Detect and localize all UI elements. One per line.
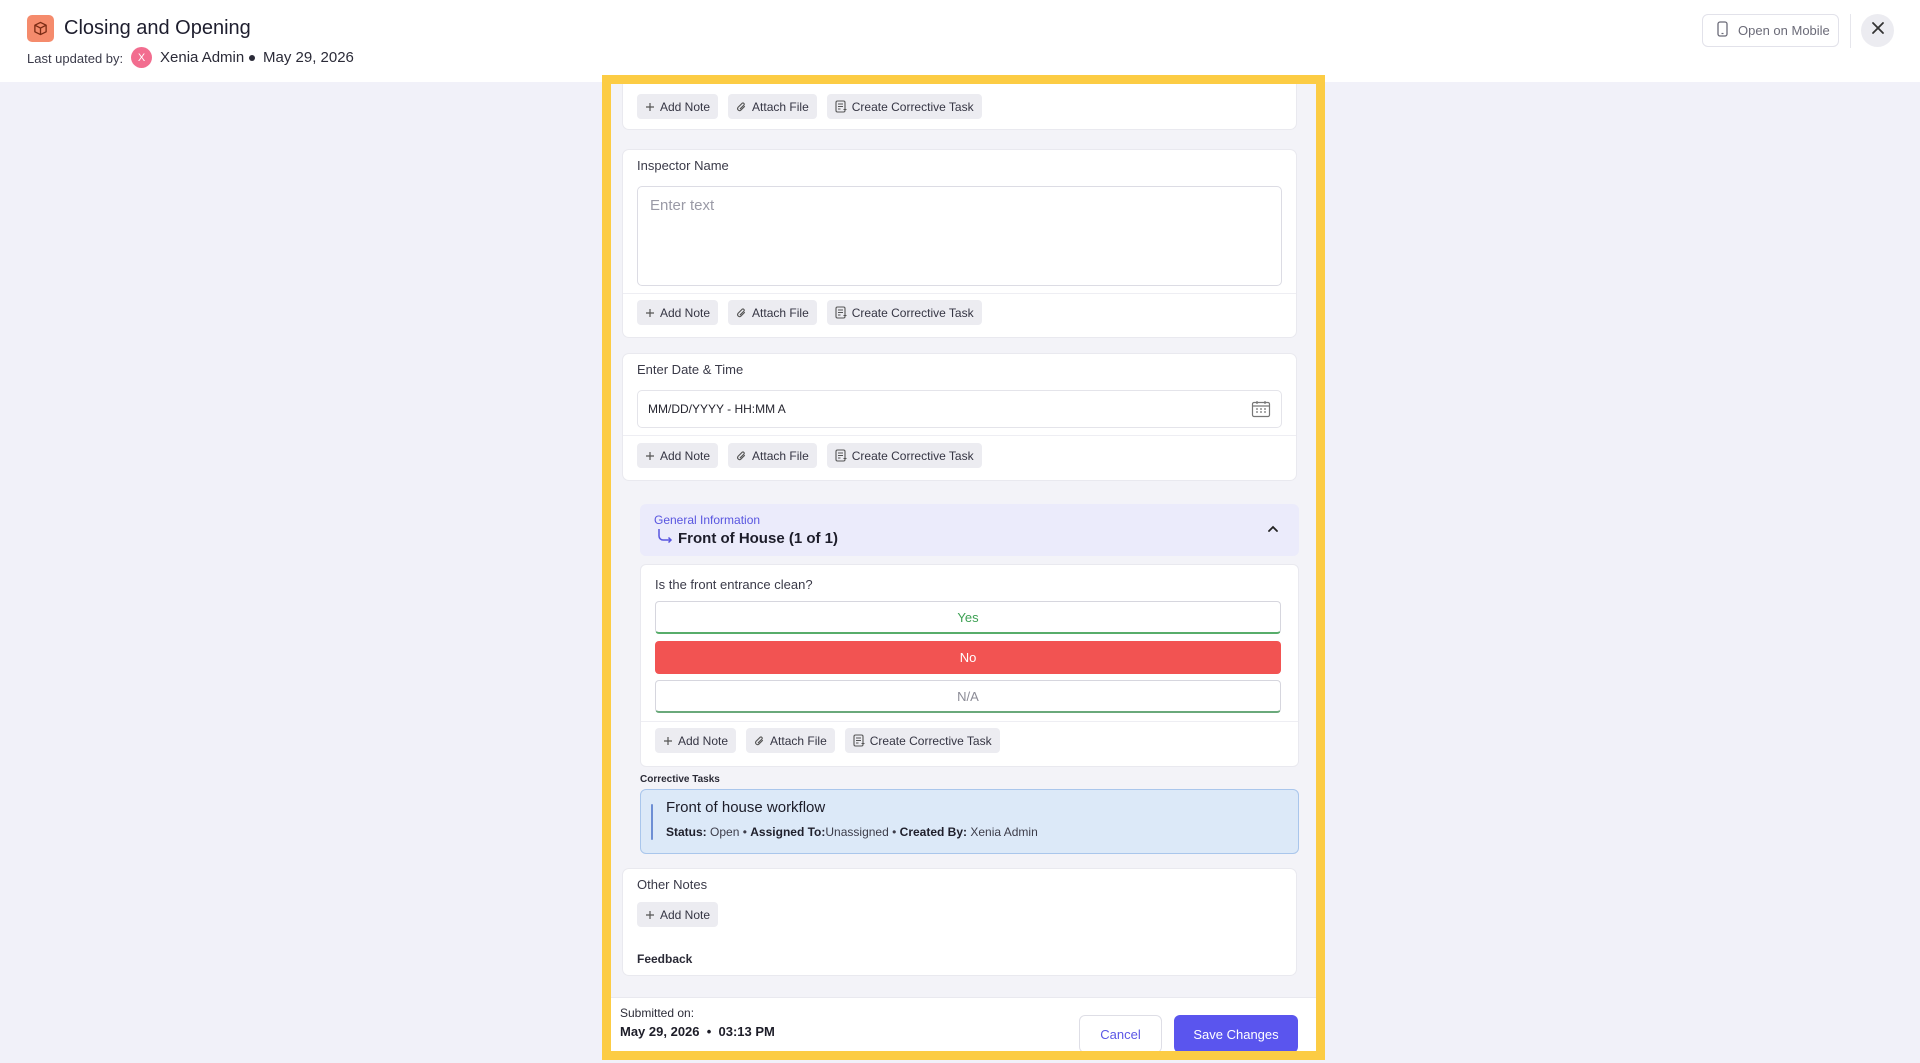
header-divider bbox=[1850, 14, 1851, 48]
header: Closing and Opening Last updated by: X X… bbox=[0, 0, 1920, 82]
create-corrective-task-button[interactable]: Create Corrective Task bbox=[826, 94, 982, 119]
attach-file-button[interactable]: Attach File bbox=[728, 300, 817, 325]
close-button[interactable] bbox=[1861, 14, 1894, 47]
save-changes-button[interactable]: Save Changes bbox=[1174, 1015, 1298, 1051]
corrective-task-card[interactable]: Front of house workflow Status: Open • A… bbox=[640, 789, 1299, 854]
divider bbox=[641, 721, 1298, 722]
section-title: Front of House (1 of 1) bbox=[678, 530, 838, 547]
date-time-label: Enter Date & Time bbox=[637, 362, 744, 377]
section-header-front-of-house[interactable]: General Information Front of House (1 of… bbox=[640, 504, 1299, 556]
task-accent-bar bbox=[651, 804, 653, 840]
field-actions: Add Note Attach File Create Corrective T… bbox=[637, 94, 982, 119]
paperclip-icon bbox=[755, 735, 764, 745]
open-on-mobile-label: Open on Mobile bbox=[1738, 23, 1830, 38]
date-time-card: Enter Date & Time MM/DD/YYYY - HH:MM A A… bbox=[622, 353, 1297, 481]
form-panel: Add Note Attach File Create Corrective T… bbox=[602, 75, 1325, 1060]
form-scroll-area: Add Note Attach File Create Corrective T… bbox=[611, 84, 1316, 1051]
paperclip-icon bbox=[737, 450, 746, 460]
plus-icon bbox=[646, 451, 654, 460]
paperclip-icon bbox=[737, 101, 746, 111]
task-doc-icon bbox=[853, 734, 865, 747]
create-corrective-task-button[interactable]: Create Corrective Task bbox=[826, 443, 982, 468]
add-note-button[interactable]: Add Note bbox=[637, 443, 719, 468]
section-parent-label: General Information bbox=[654, 513, 761, 527]
meta-separator-dot bbox=[249, 55, 255, 61]
paperclip-icon bbox=[737, 307, 746, 317]
plus-icon bbox=[664, 736, 672, 745]
avatar: X bbox=[131, 47, 152, 68]
calendar-icon bbox=[1251, 401, 1271, 418]
attach-file-button[interactable]: Attach File bbox=[728, 443, 817, 468]
field-actions: Add Note Attach File Create Corrective T… bbox=[637, 443, 982, 468]
task-title: Front of house workflow bbox=[666, 799, 826, 816]
open-on-mobile-button[interactable]: Open on Mobile bbox=[1702, 14, 1839, 47]
task-status-line: Status: Open • Assigned To:Unassigned • … bbox=[666, 825, 1038, 839]
inspector-name-label: Inspector Name bbox=[637, 158, 729, 173]
inspector-name-card: Inspector Name Enter text Add Note Attac… bbox=[622, 149, 1297, 338]
plus-icon bbox=[646, 910, 654, 919]
add-note-button[interactable]: Add Note bbox=[637, 902, 719, 927]
corrective-tasks-label: Corrective Tasks bbox=[640, 774, 720, 785]
task-doc-icon bbox=[835, 100, 847, 113]
attach-file-button[interactable]: Attach File bbox=[746, 728, 835, 753]
option-na-button[interactable]: N/A bbox=[655, 680, 1281, 713]
create-corrective-task-button[interactable]: Create Corrective Task bbox=[844, 728, 1000, 753]
date-time-input[interactable]: MM/DD/YYYY - HH:MM A bbox=[637, 390, 1282, 428]
plus-icon bbox=[646, 102, 654, 111]
option-no-button[interactable]: No bbox=[655, 641, 1281, 674]
feedback-label: Feedback bbox=[637, 952, 693, 966]
chevron-up-icon bbox=[1268, 525, 1278, 532]
field-actions: Add Note Attach File Create Corrective T… bbox=[655, 728, 1000, 753]
add-note-button[interactable]: Add Note bbox=[637, 300, 719, 325]
updated-date: May 29, 2026 bbox=[263, 49, 354, 66]
question-card: Is the front entrance clean? Yes No N/A … bbox=[640, 564, 1299, 767]
submitted-on-label: Submitted on: bbox=[620, 1006, 695, 1020]
other-notes-card: Other Notes Add Note Feedback bbox=[622, 868, 1297, 976]
divider bbox=[623, 435, 1296, 436]
add-note-button[interactable]: Add Note bbox=[637, 94, 719, 119]
option-yes-button[interactable]: Yes bbox=[655, 601, 1281, 634]
question-label: Is the front entrance clean? bbox=[655, 577, 813, 592]
add-note-button[interactable]: Add Note bbox=[655, 728, 737, 753]
submitted-on-value: May 29, 2026 • 03:13 PM bbox=[620, 1024, 775, 1039]
page-title: Closing and Opening bbox=[64, 17, 251, 39]
divider bbox=[623, 293, 1296, 294]
task-doc-icon bbox=[835, 449, 847, 462]
inspector-name-input[interactable]: Enter text bbox=[637, 186, 1282, 286]
notes-actions: Add Note bbox=[637, 902, 719, 927]
branch-arrow-icon bbox=[658, 529, 673, 544]
updated-by-user: Xenia Admin bbox=[160, 49, 245, 66]
date-time-placeholder: MM/DD/YYYY - HH:MM A bbox=[648, 402, 786, 416]
last-updated-label: Last updated by: bbox=[27, 51, 124, 66]
other-notes-label: Other Notes bbox=[637, 877, 708, 892]
mobile-phone-icon bbox=[1717, 21, 1728, 40]
box-icon bbox=[27, 15, 54, 42]
task-doc-icon bbox=[835, 306, 847, 319]
field-actions: Add Note Attach File Create Corrective T… bbox=[637, 300, 982, 325]
plus-icon bbox=[646, 308, 654, 317]
form-footer: Submitted on: May 29, 2026 • 03:13 PM Ca… bbox=[611, 997, 1316, 1051]
attach-file-button[interactable]: Attach File bbox=[728, 94, 817, 119]
create-corrective-task-button[interactable]: Create Corrective Task bbox=[826, 300, 982, 325]
cancel-button[interactable]: Cancel bbox=[1079, 1015, 1162, 1051]
close-icon bbox=[1871, 21, 1885, 40]
previous-field-card: Add Note Attach File Create Corrective T… bbox=[622, 84, 1297, 130]
